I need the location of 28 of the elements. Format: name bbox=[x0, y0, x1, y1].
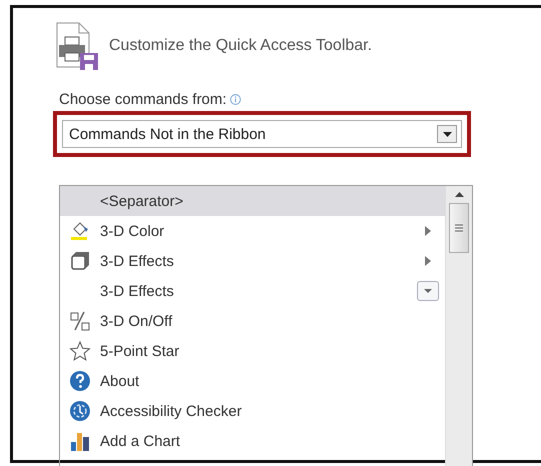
command-item[interactable]: 3-D Effects bbox=[60, 276, 445, 306]
info-icon bbox=[230, 94, 241, 105]
field-label: Choose commands from: bbox=[59, 91, 227, 108]
scrollbar[interactable] bbox=[445, 186, 472, 466]
command-item[interactable]: Accessibility Checker bbox=[60, 396, 445, 426]
submenu-arrow-icon bbox=[425, 256, 431, 266]
cube-icon bbox=[69, 250, 91, 272]
star-icon bbox=[69, 340, 91, 362]
bar-chart-icon bbox=[69, 430, 91, 452]
scroll-thumb[interactable] bbox=[449, 203, 469, 253]
command-item[interactable]: 3-D Effects bbox=[60, 246, 445, 276]
caret-icon bbox=[424, 289, 432, 293]
scroll-up-icon[interactable] bbox=[454, 192, 464, 197]
command-item[interactable]: 3-D Color bbox=[60, 216, 445, 246]
caret-icon bbox=[442, 132, 452, 136]
accessibility-icon bbox=[69, 400, 91, 422]
command-item[interactable]: <Separator> bbox=[60, 186, 445, 216]
commands-dropdown[interactable]: Commands Not in the Ribbon bbox=[62, 120, 462, 148]
command-item[interactable]: About bbox=[60, 366, 445, 396]
cube-toggle-icon bbox=[69, 310, 91, 332]
dialog-heading: Customize the Quick Access Toolbar. bbox=[109, 37, 372, 55]
expand-button[interactable] bbox=[417, 281, 439, 301]
help-icon bbox=[69, 370, 91, 392]
command-item[interactable]: 3-D On/Off bbox=[60, 306, 445, 336]
command-item[interactable]: Add a Chart bbox=[60, 426, 445, 456]
paint-bucket-icon bbox=[69, 220, 91, 242]
command-item[interactable]: 5-Point Star bbox=[60, 336, 445, 366]
submenu-arrow-icon bbox=[425, 226, 431, 236]
